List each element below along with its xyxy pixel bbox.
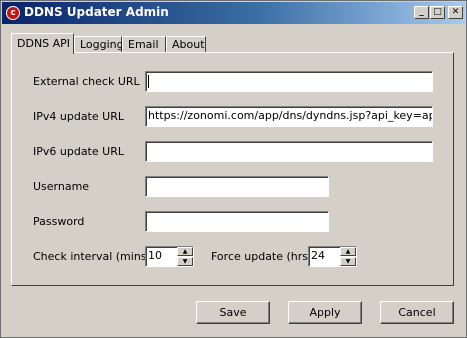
ipv6-update-url-label: IPv6 update URL (33, 145, 124, 158)
check-interval-spinner[interactable]: 10 ▲ ▼ (145, 246, 194, 267)
username-label: Username (33, 180, 90, 193)
spin-down-arrow-icon[interactable]: ▼ (340, 257, 356, 266)
force-update-stepper: ▲ ▼ (340, 247, 356, 266)
tab-email[interactable]: Email (122, 36, 166, 53)
field-value: 10 (148, 249, 162, 262)
username-input[interactable] (145, 176, 329, 197)
title-bar[interactable]: c DDNS Updater Admin _ □ ✕ (2, 2, 465, 24)
tab-label: Logging (80, 38, 124, 51)
force-update-spinner[interactable]: 24 ▲ ▼ (308, 246, 357, 267)
field-value: 24 (311, 249, 325, 262)
spin-up-arrow-icon[interactable]: ▲ (177, 247, 193, 256)
tab-label: About (172, 38, 205, 51)
ipv4-update-url-label: IPv4 update URL (33, 110, 124, 123)
cancel-button[interactable]: Cancel (380, 301, 454, 324)
apply-button[interactable]: Apply (288, 301, 362, 324)
ipv4-update-url-input[interactable]: https://zonomi.com/app/dns/dyndns.jsp?ap… (145, 106, 433, 127)
tab-label: DDNS API (17, 37, 71, 50)
password-label: Password (33, 215, 85, 228)
tab-logging[interactable]: Logging (74, 36, 124, 53)
save-button[interactable]: Save (196, 301, 270, 324)
minimize-button[interactable]: _ (414, 6, 429, 19)
ddns-api-panel: External check URL IPv4 update URL https… (11, 52, 454, 286)
app-icon: c (6, 6, 20, 20)
spin-down-arrow-icon[interactable]: ▼ (177, 257, 193, 266)
spin-up-arrow-icon[interactable]: ▲ (340, 247, 356, 256)
external-check-url-label: External check URL (33, 75, 140, 88)
check-interval-label: Check interval (mins) (33, 250, 151, 263)
field-value: https://zonomi.com/app/dns/dyndns.jsp?ap… (148, 109, 432, 122)
tab-about[interactable]: About (166, 36, 206, 53)
tab-label: Email (128, 38, 159, 51)
tab-ddns-api[interactable]: DDNS API (11, 33, 74, 54)
force-update-label: Force update (hrs) (211, 250, 313, 263)
check-interval-stepper: ▲ ▼ (177, 247, 193, 266)
password-input[interactable] (145, 211, 329, 232)
ipv6-update-url-input[interactable] (145, 141, 433, 162)
maximize-button[interactable]: □ (430, 6, 445, 19)
external-check-url-input[interactable] (145, 71, 433, 92)
window-title: DDNS Updater Admin (24, 5, 169, 19)
text-caret (148, 74, 149, 88)
close-button[interactable]: ✕ (448, 6, 463, 19)
